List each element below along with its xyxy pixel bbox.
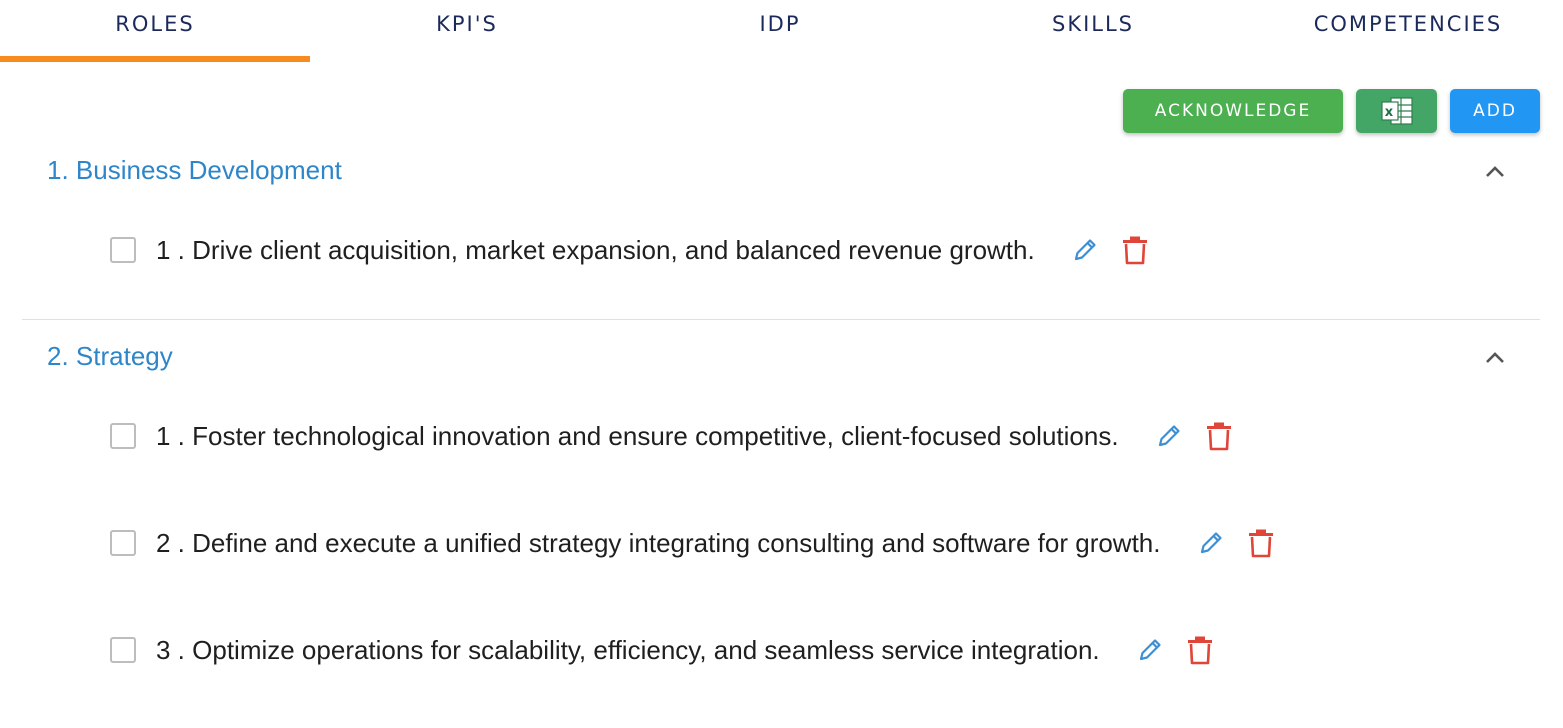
tab-bar: ROLES KPI'S IDP SKILLS COMPETENCIES — [0, 0, 1563, 64]
active-tab-indicator — [0, 56, 310, 62]
item-checkbox[interactable] — [110, 637, 136, 663]
item-text: 1 . Foster technological innovation and … — [156, 420, 1119, 451]
list-item: 3 . Optimize operations for scalability,… — [110, 630, 1214, 670]
pencil-icon[interactable] — [1136, 636, 1164, 664]
tab-roles[interactable]: ROLES — [0, 0, 310, 48]
add-button[interactable]: ADD — [1450, 89, 1540, 133]
svg-text:x: x — [1384, 105, 1394, 120]
chevron-up-icon[interactable] — [1482, 345, 1508, 371]
item-checkbox[interactable] — [110, 237, 136, 263]
list-item: 1 . Foster technological innovation and … — [110, 416, 1233, 456]
section-title-strategy[interactable]: 2. Strategy — [47, 341, 173, 372]
pencil-icon[interactable] — [1071, 236, 1099, 264]
item-text: 1 . Drive client acquisition, market exp… — [156, 234, 1035, 265]
tab-competencies[interactable]: COMPETENCIES — [1253, 0, 1563, 48]
pencil-icon[interactable] — [1155, 422, 1183, 450]
item-checkbox[interactable] — [110, 423, 136, 449]
trash-icon[interactable] — [1247, 528, 1275, 558]
item-checkbox[interactable] — [110, 530, 136, 556]
list-item: 1 . Drive client acquisition, market exp… — [110, 230, 1149, 270]
section-title-business-development[interactable]: 1. Business Development — [47, 155, 342, 186]
tab-idp[interactable]: IDP — [625, 0, 935, 48]
item-text: 2 . Define and execute a unified strateg… — [156, 527, 1161, 558]
list-item: 2 . Define and execute a unified strateg… — [110, 523, 1275, 563]
acknowledge-button[interactable]: ACKNOWLEDGE — [1123, 89, 1343, 133]
excel-export-button[interactable]: x — [1356, 89, 1437, 133]
trash-icon[interactable] — [1205, 421, 1233, 451]
section-divider — [22, 319, 1540, 320]
tab-kpis[interactable]: KPI'S — [312, 0, 622, 48]
excel-export-icon: x — [1380, 97, 1413, 125]
chevron-up-icon[interactable] — [1482, 159, 1508, 185]
tab-skills[interactable]: SKILLS — [938, 0, 1248, 48]
pencil-icon[interactable] — [1197, 529, 1225, 557]
item-text: 3 . Optimize operations for scalability,… — [156, 634, 1100, 665]
trash-icon[interactable] — [1186, 635, 1214, 665]
trash-icon[interactable] — [1121, 235, 1149, 265]
